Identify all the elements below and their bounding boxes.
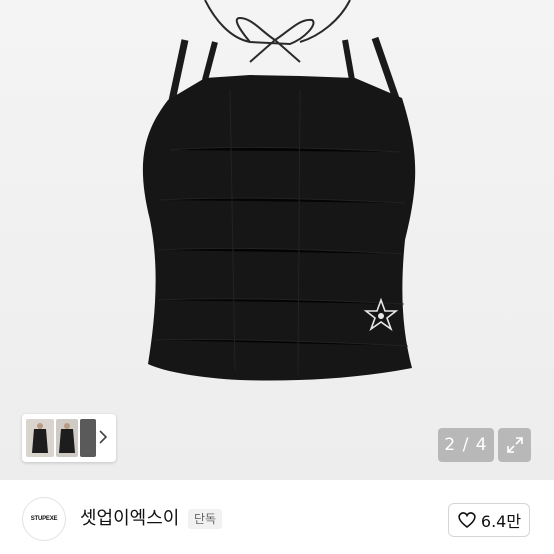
seller-logo[interactable]: STUPEXE <box>22 497 66 541</box>
seller-logo-text: STUPEXE <box>30 516 58 522</box>
page-counter-text: 2 / 4 <box>444 435 488 455</box>
like-button[interactable]: 6.4만 <box>448 503 530 537</box>
chevron-right-icon[interactable] <box>96 426 110 448</box>
seller-name[interactable]: 셋업이엑스이 <box>80 508 179 530</box>
thumbnail-strip[interactable] <box>22 414 116 462</box>
heart-outline-icon <box>458 512 476 529</box>
exclusive-badge: 단독 <box>188 509 223 529</box>
product-gallery[interactable]: 2 / 4 <box>0 0 554 480</box>
thumbnail-image[interactable] <box>56 419 78 457</box>
page-counter: 2 / 4 <box>438 428 494 462</box>
expand-arrows-icon <box>506 437 523 453</box>
product-image[interactable] <box>0 0 554 480</box>
thumbnail-image[interactable] <box>26 419 54 457</box>
expand-button[interactable] <box>498 428 531 462</box>
like-count: 6.4만 <box>480 512 522 531</box>
thumbnail-image[interactable] <box>80 419 96 457</box>
